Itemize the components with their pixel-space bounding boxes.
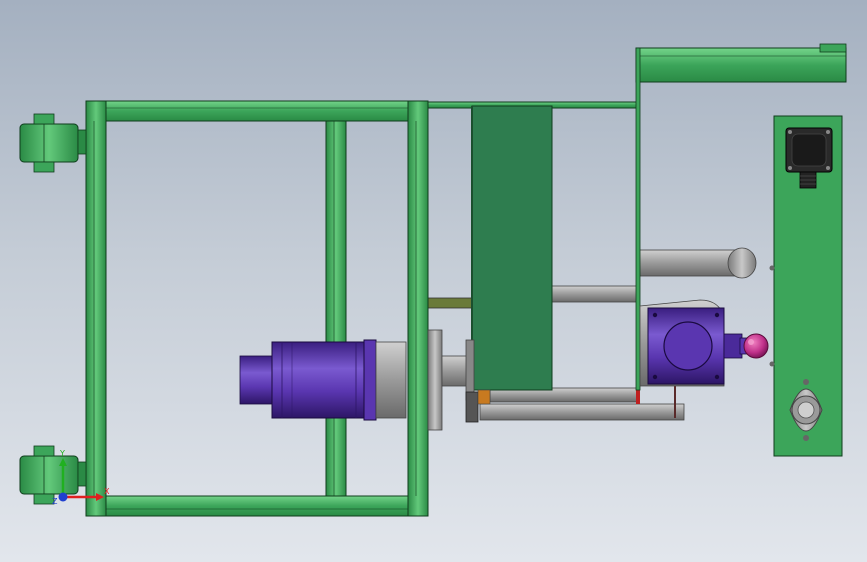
cad-viewport[interactable]: X Y Z (0, 0, 867, 562)
left-frame[interactable] (85, 100, 429, 517)
triad-x-label: X (104, 487, 110, 496)
gearbox[interactable] (639, 299, 743, 387)
triad-y-label: Y (59, 449, 65, 458)
dark-green-plate[interactable] (471, 105, 553, 391)
servo-motor[interactable] (239, 339, 407, 421)
triad-z-label: Z (52, 497, 58, 506)
handwheel-knob[interactable] (739, 333, 769, 359)
caster-wheel-top[interactable] (19, 113, 87, 173)
caster-wheel-bottom[interactable] (19, 445, 87, 505)
assembly-drawing: X Y Z (19, 43, 847, 517)
